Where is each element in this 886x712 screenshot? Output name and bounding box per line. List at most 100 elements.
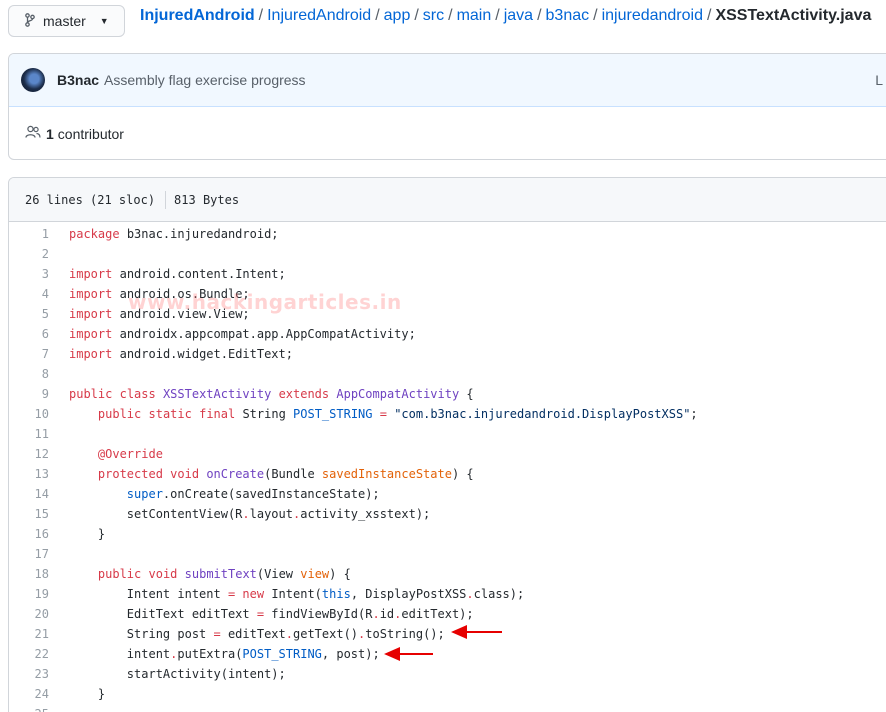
code-content: public void submitText(View view) { [49,567,351,581]
code-line: 7 import android.widget.EditText; [9,344,886,364]
code-token: } [69,687,106,701]
line-number[interactable]: 7 [9,347,49,361]
code-line: 14 super.onCreate(savedInstanceState); [9,484,886,504]
line-number[interactable]: 21 [9,627,49,641]
commit-meta-fragment[interactable]: L [875,72,883,88]
commit-author-link[interactable]: B3nac [57,72,99,88]
breadcrumb-separator: / [537,7,542,24]
breadcrumb-link[interactable]: b3nac [546,7,590,24]
avatar[interactable] [21,68,45,92]
code-content: @Override [49,447,163,461]
code-line: 16 } [9,524,886,544]
code-content: EditText editText = findViewById(R.id.ed… [49,607,474,621]
code-content: package b3nac.injuredandroid; [49,227,279,241]
code-token: . [466,587,474,601]
breadcrumb-link[interactable]: java [504,7,533,24]
line-number[interactable]: 10 [9,407,49,421]
line-number[interactable]: 2 [9,247,49,261]
line-number[interactable]: 20 [9,607,49,621]
breadcrumb-separator: / [414,7,419,24]
line-number[interactable]: 19 [9,587,49,601]
branch-name: master [43,13,86,29]
breadcrumb-link[interactable]: InjuredAndroid [140,7,255,24]
line-number[interactable]: 23 [9,667,49,681]
code-token: androidx.appcompat.app.AppCompatActivity… [119,327,416,341]
code-token: public [97,407,142,421]
breadcrumb-link[interactable]: InjuredAndroid [267,7,371,24]
line-number[interactable]: 5 [9,307,49,321]
line-number[interactable]: 3 [9,267,49,281]
code-token: final [199,407,236,421]
file-info-header: 26 lines (21 sloc) 813 Bytes [9,178,886,222]
breadcrumb-link[interactable]: app [384,7,411,24]
code-token: . [372,607,380,621]
line-number[interactable]: 16 [9,527,49,541]
line-number[interactable]: 14 [9,487,49,501]
code-token: = [379,407,387,421]
line-number[interactable]: 15 [9,507,49,521]
code-token: @Override [97,447,163,461]
code-token: public [69,387,113,401]
code-line: 24 } [9,684,886,704]
code-token: = [213,627,221,641]
breadcrumb-separator: / [495,7,500,24]
line-number[interactable]: 18 [9,567,49,581]
code-line: 21 String post = editText.getText().toSt… [9,624,886,644]
breadcrumb-link[interactable]: main [457,7,492,24]
code-token: void [148,567,178,581]
code-line: 1 package b3nac.injuredandroid; [9,224,886,244]
code-token: intent [69,647,171,661]
breadcrumb-link[interactable]: src [423,7,444,24]
code-line: 11 [9,424,886,444]
branch-selector-button[interactable]: master ▼ [8,5,125,37]
red-arrow-icon [451,625,502,639]
line-number[interactable]: 11 [9,427,49,441]
code-token: startActivity(intent); [69,667,286,681]
code-token: android.content.Intent; [119,267,286,281]
line-number[interactable]: 25 [9,707,49,712]
line-number[interactable]: 17 [9,547,49,561]
code-token: import [69,287,113,301]
breadcrumb-current-file: XSSTextActivity.java [715,7,872,24]
breadcrumb-link[interactable]: injuredandroid [602,7,703,24]
code-content: startActivity(intent); [49,667,286,681]
line-number[interactable]: 1 [9,227,49,241]
line-number[interactable]: 24 [9,687,49,701]
breadcrumb-separator: / [375,7,380,24]
line-number[interactable]: 9 [9,387,49,401]
code-line: 12 @Override [9,444,886,464]
file-size: 813 Bytes [174,192,240,207]
line-number[interactable]: 12 [9,447,49,461]
contributors-row[interactable]: 1 contributor [9,107,886,159]
line-number[interactable]: 8 [9,367,49,381]
commit-message-link[interactable]: Assembly flag exercise progress [104,72,306,88]
code-line: 2 [9,244,886,264]
code-token: Intent( [264,587,322,601]
code-token: . [285,627,293,641]
line-number[interactable]: 13 [9,467,49,481]
caret-down-icon: ▼ [99,16,109,26]
code-token: EditText editText [69,607,257,621]
line-number[interactable]: 22 [9,647,49,661]
code-token: public [97,567,142,581]
code-token: (View [256,567,301,581]
line-number[interactable]: 4 [9,287,49,301]
code-token: .onCreate(savedInstanceState); [162,487,380,501]
code-content: import androidx.appcompat.app.AppCompatA… [49,327,416,341]
line-number[interactable]: 6 [9,327,49,341]
code-line: 18 public void submitText(View view) { [9,564,886,584]
contributor-label: contributor [57,125,124,142]
code-line: 8 [9,364,886,384]
code-token: import [69,347,113,361]
code-token: savedInstanceState [321,467,452,481]
code-token: new [242,587,265,601]
code-token: id [379,607,395,621]
code-token: findViewById(R [264,607,373,621]
code-token: (Bundle [264,467,322,481]
